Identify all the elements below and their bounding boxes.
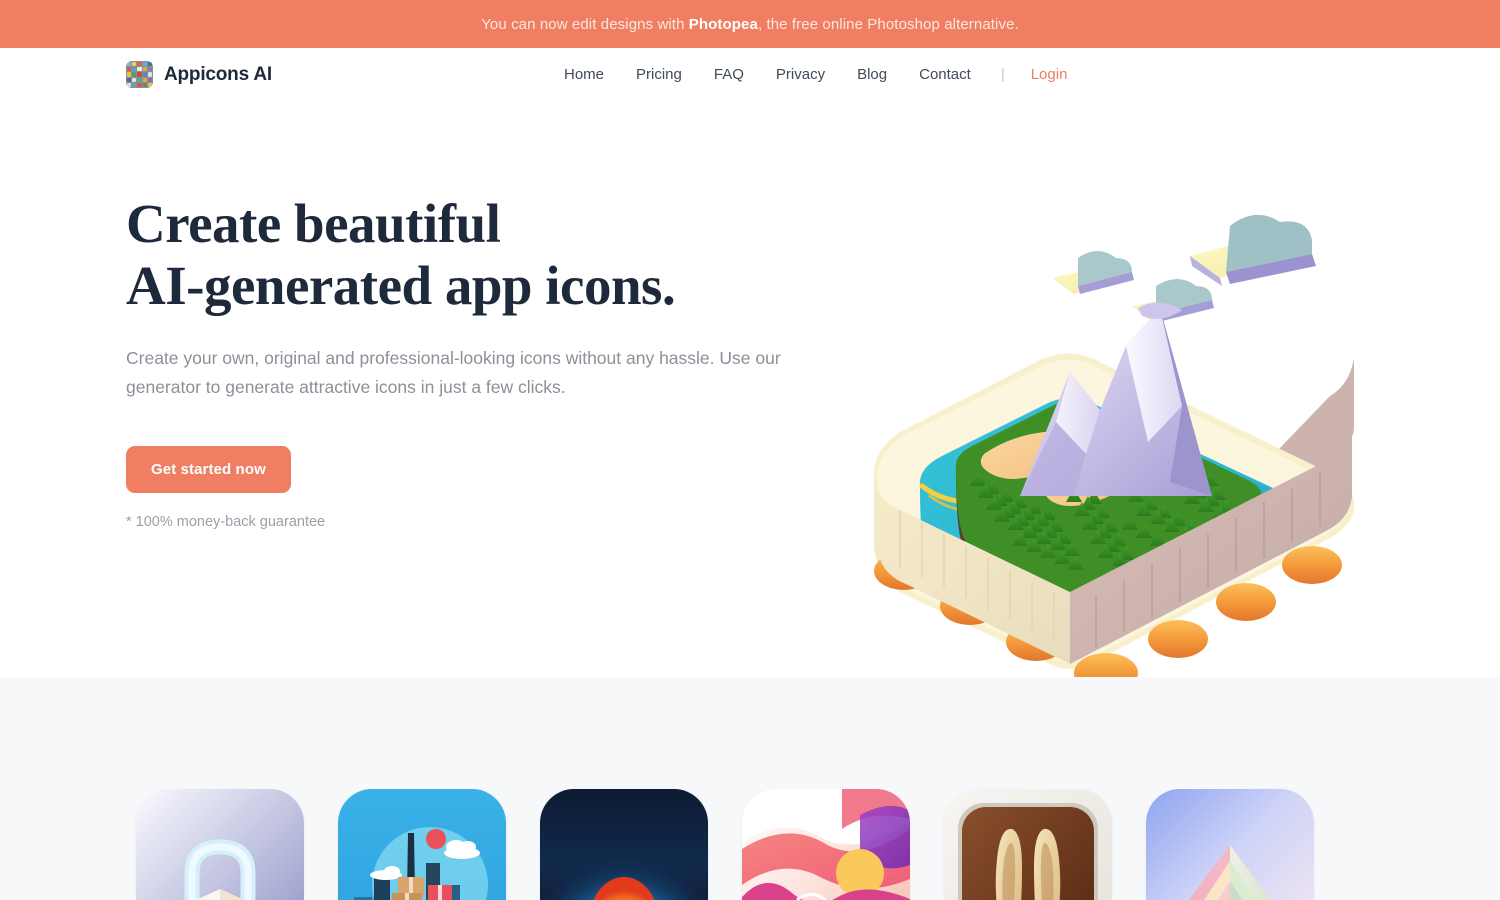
floating-cloud: [1190, 214, 1316, 286]
brand-logo-link[interactable]: Appicons AI: [126, 48, 272, 101]
brand-name: Appicons AI: [164, 63, 272, 85]
icon-card-rabbit[interactable]: [944, 789, 1112, 900]
page-title: Create beautiful AI-generated app icons.: [126, 193, 826, 317]
hero-section: Create beautiful AI-generated app icons.…: [0, 101, 1500, 677]
promo-photopea-link[interactable]: Photopea: [689, 16, 758, 33]
nav-link-home[interactable]: Home: [548, 66, 620, 83]
icon-card-mountain-traveler[interactable]: [742, 789, 910, 900]
hero-copy: Create beautiful AI-generated app icons.…: [126, 193, 826, 530]
icon-card-padlock[interactable]: [136, 789, 304, 900]
nav-link-pricing[interactable]: Pricing: [620, 66, 698, 83]
nav-link-login[interactable]: Login: [1019, 66, 1084, 83]
promo-text-after: , the free online Photoshop alternative.: [757, 15, 1019, 33]
site-header: Appicons AI Home Pricing FAQ Privacy Blo…: [0, 48, 1500, 101]
nav-link-blog[interactable]: Blog: [841, 66, 903, 83]
icon-card-pastel-pyramid[interactable]: [1146, 789, 1314, 900]
icon-card-sunrise[interactable]: [540, 789, 708, 900]
hero-title-line-2: AI-generated app icons.: [126, 255, 676, 316]
hero-subtitle: Create your own, original and profession…: [126, 348, 781, 397]
nav-link-faq[interactable]: FAQ: [698, 66, 760, 83]
get-started-button[interactable]: Get started now: [126, 446, 291, 493]
main-navigation: Home Pricing FAQ Privacy Blog Contact | …: [548, 48, 1083, 101]
promo-banner-text: You can now edit designs with Photopea, …: [481, 16, 1019, 33]
app-icon-grid-logo-icon: [126, 61, 153, 88]
icon-gallery-row: [136, 789, 1314, 900]
icon-card-delivery-truck[interactable]: [338, 789, 506, 900]
isometric-volcano-island-illustration: [860, 196, 1360, 677]
money-back-guarantee-note: * 100% money-back guarantee: [126, 514, 326, 530]
nav-link-contact[interactable]: Contact: [903, 66, 987, 83]
promo-text-before: You can now edit designs with: [481, 15, 689, 33]
icon-gallery-section: [0, 677, 1500, 900]
nav-link-privacy[interactable]: Privacy: [760, 66, 841, 83]
promo-banner: You can now edit designs with Photopea, …: [0, 0, 1500, 48]
hero-title-line-1: Create beautiful: [126, 193, 501, 254]
nav-separator: |: [1000, 66, 1005, 83]
